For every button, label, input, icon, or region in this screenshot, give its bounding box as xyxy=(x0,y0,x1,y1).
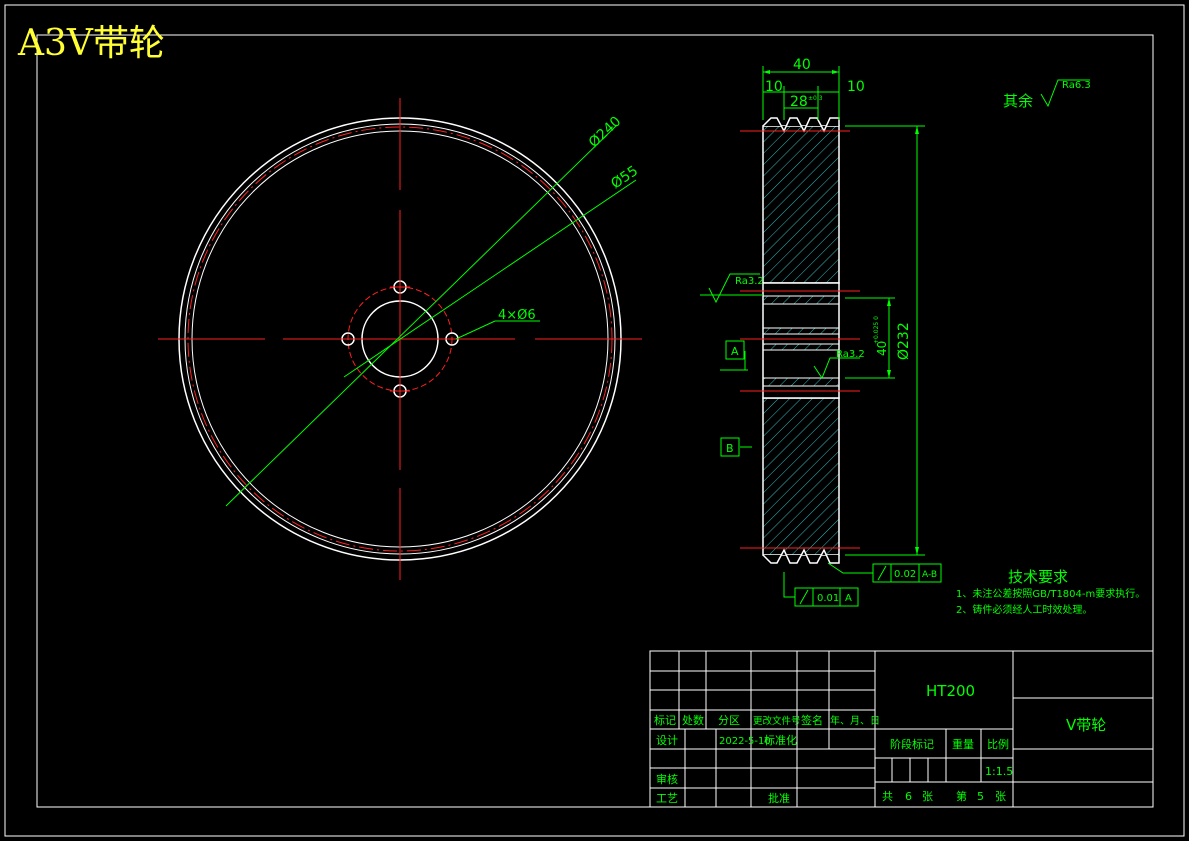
tech-requirements-heading: 技术要求 xyxy=(1008,568,1068,586)
dim-bore-tolerance: +0.025 0 xyxy=(873,316,880,344)
bore-lower xyxy=(762,343,840,351)
section-lower xyxy=(762,397,840,556)
fcf-runout-2: 0.01 A xyxy=(794,587,859,607)
dim-groove-tolerance: ±0.3 xyxy=(808,95,823,102)
tb-part-name: V带轮 xyxy=(1066,716,1106,734)
datum-b-label: B xyxy=(726,442,734,455)
surface-finish-value: Ra6.3 xyxy=(1062,80,1091,91)
front-dimension-lines xyxy=(225,124,637,507)
engineering-drawing: A3V带轮 Ø240 Ø55 4×Ø6 40 10 10 28 ±0.3 Ø23… xyxy=(4,4,1185,837)
tb-review-label: 审核 xyxy=(656,772,678,786)
bore-upper xyxy=(762,327,840,335)
tb-sheets-unit: 张 xyxy=(922,790,933,803)
runout-icon xyxy=(799,589,809,605)
tb-weight-label: 重量 xyxy=(952,737,974,751)
drawing-title: A3V带轮 xyxy=(17,23,165,64)
title-block-text: 标记 处数 分区 更改文件号 签名 年、月、日 设计 2022-5-10 标准化… xyxy=(654,682,1106,805)
section-view: 40 10 10 28 ±0.3 Ø232 40 +0.025 0 Ra3.2 … xyxy=(700,57,1090,607)
tb-approve-label: 批准 xyxy=(768,791,790,805)
tb-design-date: 2022-5-10 xyxy=(719,736,771,747)
svg-text:A-B: A-B xyxy=(922,570,937,580)
fcf-runout-1: 0.02 A-B xyxy=(872,563,942,583)
tb-sheet-no: 5 xyxy=(977,790,984,803)
keyway-lower xyxy=(762,377,840,387)
svg-text:0.01: 0.01 xyxy=(817,593,839,604)
front-view: Ø240 Ø55 4×Ø6 xyxy=(158,98,642,580)
tb-header-zone: 分区 xyxy=(718,714,740,727)
tb-sheet-no-unit: 张 xyxy=(995,790,1006,803)
tb-sheets-total-label: 共 xyxy=(882,790,893,803)
tb-sheets-total: 6 xyxy=(905,790,912,803)
tb-material: HT200 xyxy=(926,682,975,700)
keyway-upper xyxy=(762,295,840,305)
dim-bolt-holes: 4×Ø6 xyxy=(498,308,536,323)
tb-header-docno: 更改文件号 xyxy=(753,715,801,727)
tb-header-date: 年、月、日 xyxy=(830,714,880,727)
datum-a-label: A xyxy=(731,345,739,358)
tech-requirement-2: 2、铸件必须经人工时效处理。 xyxy=(956,603,1092,616)
tb-stage-label: 阶段标记 xyxy=(890,737,934,751)
dim-right-land: 10 xyxy=(847,79,865,95)
tb-design-label: 设计 xyxy=(656,734,678,747)
tb-header-sign: 签名 xyxy=(801,713,823,727)
section-dimension-lines xyxy=(700,66,1090,598)
tech-requirement-1: 1、未注公差按照GB/T1804-m要求执行。 xyxy=(956,587,1145,600)
dim-groove-width: 28 xyxy=(790,94,808,110)
svg-text:A: A xyxy=(845,593,852,604)
dim-total-width: 40 xyxy=(793,57,811,73)
runout-icon xyxy=(877,565,887,581)
tb-sheet-no-label: 第 xyxy=(956,789,967,803)
tb-standardize-label: 标准化 xyxy=(764,733,797,747)
outer-border xyxy=(4,4,1185,837)
dim-left-land: 10 xyxy=(765,79,783,95)
surface-finish-label: 其余 xyxy=(1003,92,1033,110)
tb-header-count: 处数 xyxy=(682,714,704,727)
roughness-bore: Ra3.2 xyxy=(836,349,865,360)
tb-scale-label: 比例 xyxy=(987,737,1009,751)
dim-outer-diameter: Ø240 xyxy=(586,113,625,150)
tb-header-mark: 标记 xyxy=(654,713,676,727)
tb-process-label: 工艺 xyxy=(656,792,678,805)
roughness-left: Ra3.2 xyxy=(735,276,764,287)
tb-scale-value: 1:1.5 xyxy=(985,765,1013,778)
section-upper xyxy=(762,125,840,284)
svg-text:0.02: 0.02 xyxy=(894,569,916,580)
dim-outer-height: Ø232 xyxy=(896,322,912,360)
